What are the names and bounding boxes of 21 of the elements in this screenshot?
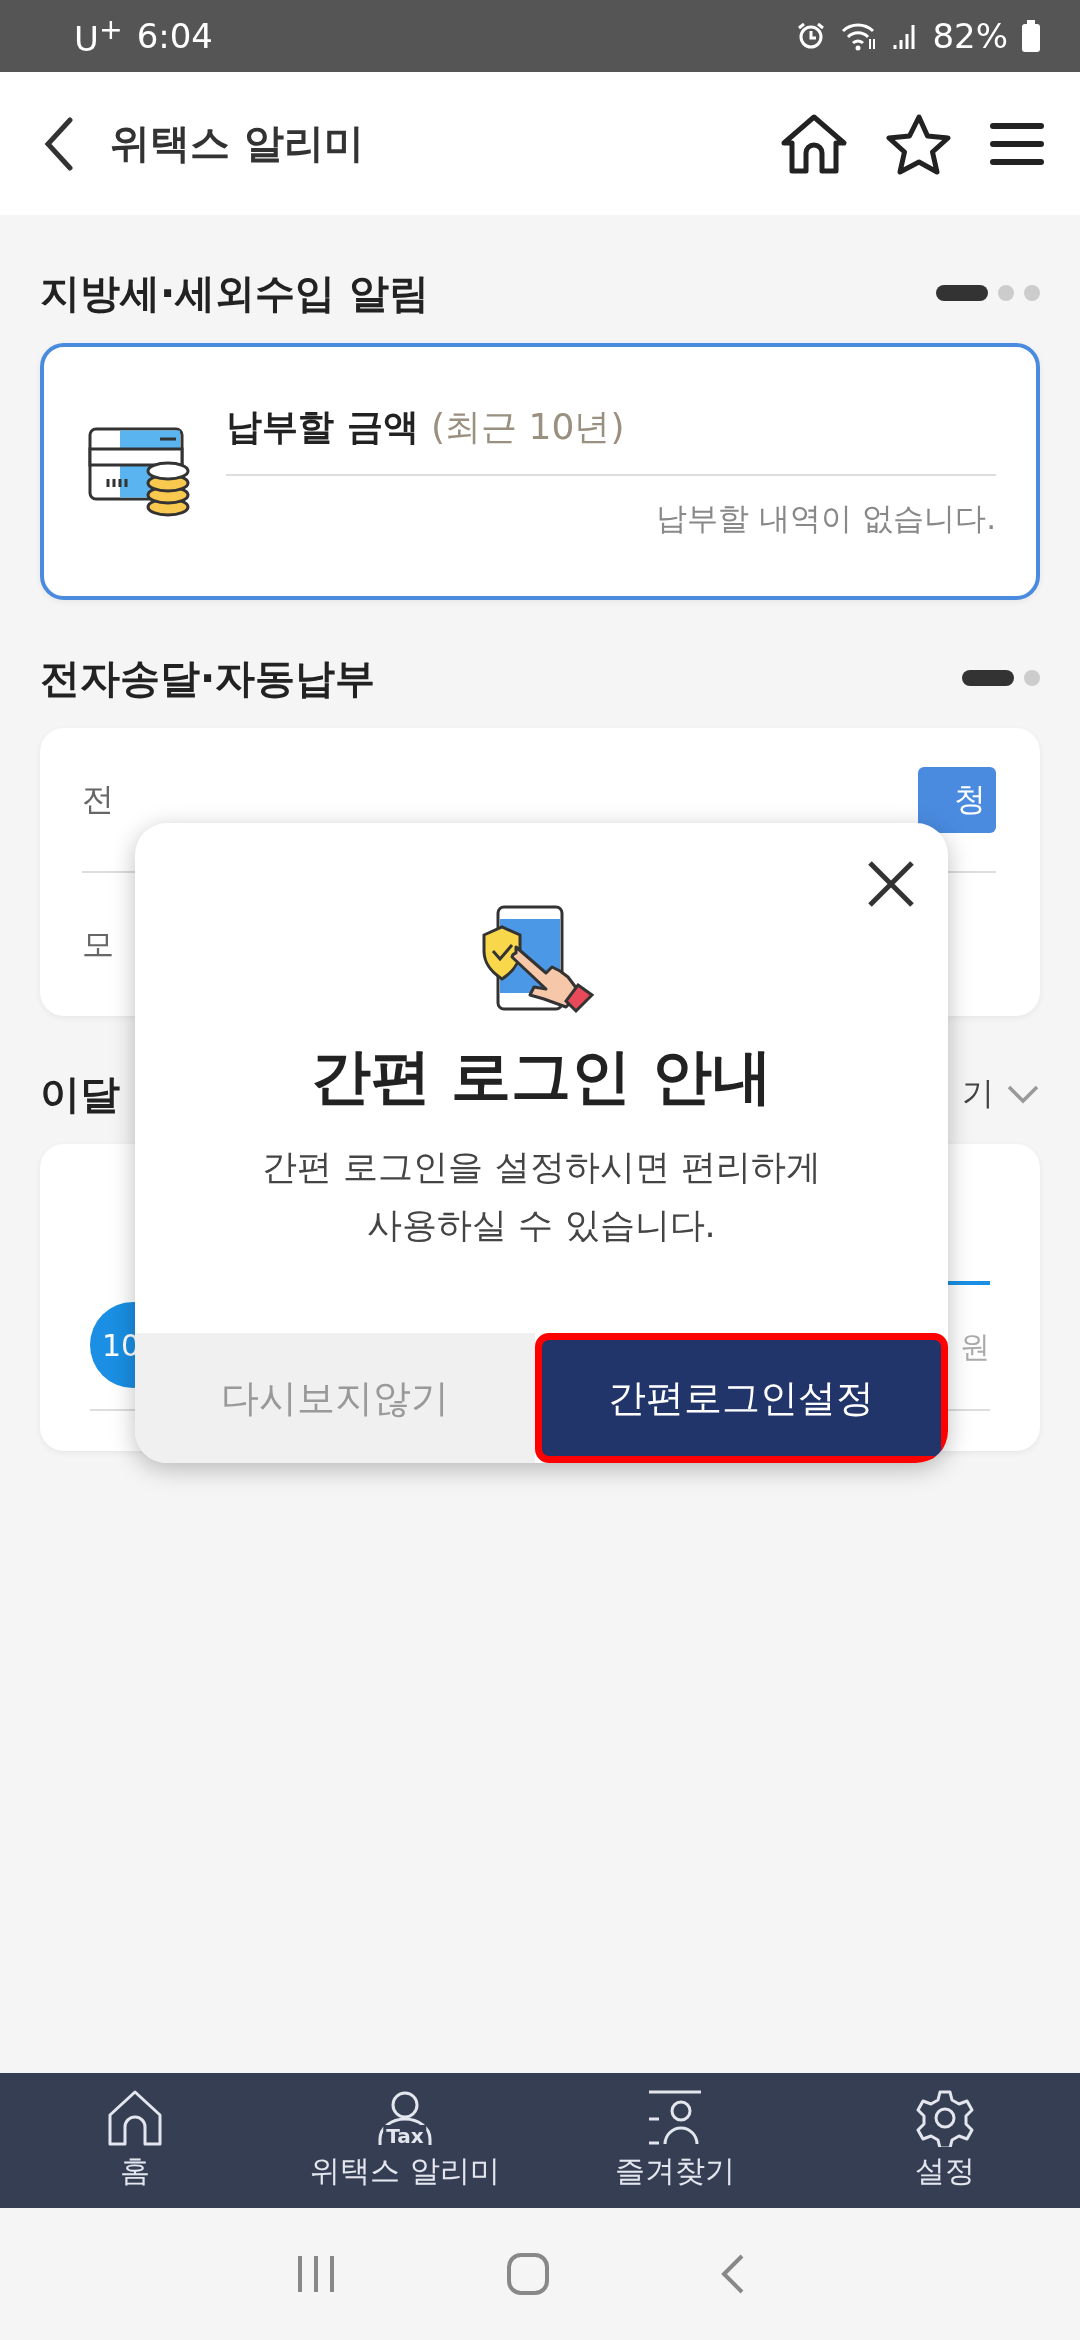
amount-unit: 원 bbox=[960, 1327, 990, 1366]
row-label: 모 bbox=[82, 923, 114, 965]
setup-button[interactable]: 간편로그인설정 bbox=[534, 1333, 948, 1463]
section-title: 이달 bbox=[40, 1069, 120, 1119]
battery-percent: 82% bbox=[932, 16, 1008, 56]
view-link[interactable]: 기 bbox=[962, 1072, 994, 1116]
nav-tab[interactable]: 즐겨찾기 bbox=[540, 2073, 810, 2208]
empty-message: 납부할 내역이 없습니다. bbox=[656, 499, 996, 538]
dialog-title: 간편 로그인 안내 bbox=[310, 1040, 773, 1113]
page-title: 위택스 알리미 bbox=[110, 119, 365, 168]
dialog-message: 간편 로그인을 설정하시면 편리하게 사용하실 수 있습니다. bbox=[262, 1146, 821, 1247]
nav-tab[interactable]: Tax 위택스 알리미 bbox=[270, 2073, 540, 2208]
carrier-label: U$^{+}$ bbox=[74, 12, 123, 60]
row-label: 전 bbox=[82, 778, 114, 820]
nav-tab[interactable]: 설정 bbox=[810, 2073, 1080, 2208]
payment-card[interactable]: 납부할 금액 (최근 10년) 납부할 내역이 없습니다. bbox=[40, 343, 1040, 600]
section-title: 전자송달·자동납부 bbox=[40, 653, 376, 703]
nav-tab[interactable]: 홈 bbox=[0, 2073, 270, 2208]
clock: 6:04 bbox=[136, 16, 213, 56]
card-title: 납부할 금액 (최근 10년) bbox=[226, 403, 996, 476]
section-title: 지방세·세외수입 알림 bbox=[40, 268, 430, 318]
